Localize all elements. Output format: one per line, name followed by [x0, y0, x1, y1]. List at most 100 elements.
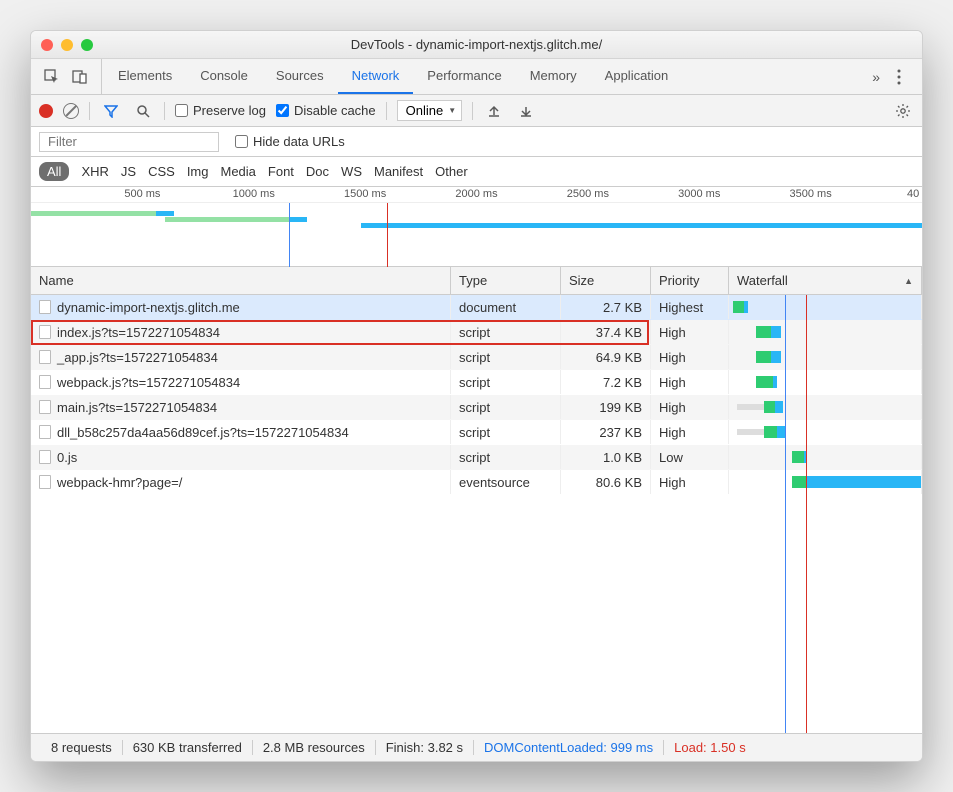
zoom-window-button[interactable]	[81, 39, 93, 51]
panel-tab-memory[interactable]: Memory	[516, 59, 591, 94]
request-row[interactable]: webpack.js?ts=1572271054834script7.2 KBH…	[31, 370, 922, 395]
record-button[interactable]	[39, 104, 53, 118]
status-resources: 2.8 MB resources	[253, 740, 376, 755]
type-filter-js[interactable]: JS	[121, 164, 136, 179]
request-row[interactable]: _app.js?ts=1572271054834script64.9 KBHig…	[31, 345, 922, 370]
file-icon	[39, 300, 51, 314]
filter-toggle-icon[interactable]	[100, 100, 122, 122]
close-window-button[interactable]	[41, 39, 53, 51]
disable-cache-label: Disable cache	[294, 103, 376, 118]
request-type: eventsource	[451, 470, 561, 494]
request-size: 1.0 KB	[561, 445, 651, 469]
preserve-log-checkbox[interactable]: Preserve log	[175, 103, 266, 118]
devtools-window: DevTools - dynamic-import-nextjs.glitch.…	[30, 30, 923, 762]
request-row[interactable]: 0.jsscript1.0 KBLow	[31, 445, 922, 470]
overview-bar	[156, 211, 174, 216]
request-type: script	[451, 345, 561, 369]
type-filter-doc[interactable]: Doc	[306, 164, 329, 179]
request-name: dynamic-import-nextjs.glitch.me	[57, 300, 240, 315]
request-type: script	[451, 420, 561, 444]
type-filter-all[interactable]: All	[39, 162, 69, 181]
request-priority: Highest	[651, 295, 729, 319]
request-waterfall	[729, 420, 922, 444]
status-bar: 8 requests 630 KB transferred 2.8 MB res…	[31, 733, 922, 761]
overview-bar	[289, 217, 307, 222]
kebab-menu-icon[interactable]	[888, 66, 910, 88]
minimize-window-button[interactable]	[61, 39, 73, 51]
hide-data-urls-checkbox[interactable]: Hide data URLs	[235, 134, 345, 149]
request-size: 37.4 KB	[561, 320, 651, 344]
type-filter-img[interactable]: Img	[187, 164, 209, 179]
overview-timeline[interactable]: 500 ms1000 ms1500 ms2000 ms2500 ms3000 m…	[31, 187, 922, 267]
column-size[interactable]: Size	[561, 267, 651, 294]
download-har-icon[interactable]	[515, 100, 537, 122]
ruler-tick: 3500 ms	[790, 188, 832, 200]
panel-tab-console[interactable]: Console	[186, 59, 262, 94]
file-icon	[39, 425, 51, 439]
inspect-element-icon[interactable]	[41, 66, 63, 88]
request-waterfall	[729, 320, 922, 344]
panel-tab-application[interactable]: Application	[591, 59, 683, 94]
device-toolbar-icon[interactable]	[69, 66, 91, 88]
request-waterfall	[729, 345, 922, 369]
search-icon[interactable]	[132, 100, 154, 122]
panel-tabs-row: ElementsConsoleSourcesNetworkPerformance…	[31, 59, 922, 95]
disable-cache-checkbox[interactable]: Disable cache	[276, 103, 376, 118]
type-filter-font[interactable]: Font	[268, 164, 294, 179]
filter-input[interactable]	[39, 132, 219, 152]
ruler-tick: 1500 ms	[344, 188, 386, 200]
throttling-select[interactable]: Online	[397, 100, 463, 121]
request-priority: High	[651, 370, 729, 394]
status-requests: 8 requests	[41, 740, 123, 755]
file-icon	[39, 450, 51, 464]
status-domcontentloaded: DOMContentLoaded: 999 ms	[474, 740, 664, 755]
settings-gear-icon[interactable]	[892, 100, 914, 122]
overview-bar	[165, 217, 290, 222]
panel-tab-elements[interactable]: Elements	[104, 59, 186, 94]
upload-har-icon[interactable]	[483, 100, 505, 122]
status-transferred: 630 KB transferred	[123, 740, 253, 755]
file-icon	[39, 475, 51, 489]
request-row[interactable]: dynamic-import-nextjs.glitch.medocument2…	[31, 295, 922, 320]
window-controls	[41, 39, 93, 51]
request-priority: High	[651, 470, 729, 494]
request-size: 64.9 KB	[561, 345, 651, 369]
column-name[interactable]: Name	[31, 267, 451, 294]
ruler-tick: 2000 ms	[455, 188, 497, 200]
request-row[interactable]: dll_b58c257da4aa56d89cef.js?ts=157227105…	[31, 420, 922, 445]
overview-dcl-line	[289, 203, 290, 267]
status-load: Load: 1.50 s	[664, 740, 756, 755]
clear-icon[interactable]	[63, 103, 79, 119]
type-filter-other[interactable]: Other	[435, 164, 468, 179]
type-filter-manifest[interactable]: Manifest	[374, 164, 423, 179]
column-type[interactable]: Type	[451, 267, 561, 294]
request-waterfall	[729, 395, 922, 419]
panel-tab-network[interactable]: Network	[338, 59, 414, 94]
column-waterfall[interactable]: Waterfall▲	[729, 267, 922, 294]
request-waterfall	[729, 470, 922, 494]
request-table-body[interactable]: dynamic-import-nextjs.glitch.medocument2…	[31, 295, 922, 733]
panel-tab-performance[interactable]: Performance	[413, 59, 515, 94]
request-type: script	[451, 320, 561, 344]
type-filter-css[interactable]: CSS	[148, 164, 175, 179]
request-type: document	[451, 295, 561, 319]
request-row[interactable]: main.js?ts=1572271054834script199 KBHigh	[31, 395, 922, 420]
request-name: main.js?ts=1572271054834	[57, 400, 217, 415]
more-tabs-icon[interactable]: »	[872, 69, 880, 85]
file-icon	[39, 350, 51, 364]
request-waterfall	[729, 370, 922, 394]
window-title: DevTools - dynamic-import-nextjs.glitch.…	[41, 37, 912, 52]
request-priority: High	[651, 320, 729, 344]
hide-data-urls-label: Hide data URLs	[253, 134, 345, 149]
panel-tab-sources[interactable]: Sources	[262, 59, 338, 94]
overview-bar	[31, 211, 156, 216]
ruler-tick: 500 ms	[124, 188, 160, 200]
type-filter-media[interactable]: Media	[220, 164, 255, 179]
type-filter-xhr[interactable]: XHR	[81, 164, 108, 179]
request-name: dll_b58c257da4aa56d89cef.js?ts=157227105…	[57, 425, 349, 440]
request-row[interactable]: webpack-hmr?page=/eventsource80.6 KBHigh	[31, 470, 922, 495]
type-filter-ws[interactable]: WS	[341, 164, 362, 179]
request-size: 199 KB	[561, 395, 651, 419]
request-row[interactable]: index.js?ts=1572271054834script37.4 KBHi…	[31, 320, 922, 345]
column-priority[interactable]: Priority	[651, 267, 729, 294]
